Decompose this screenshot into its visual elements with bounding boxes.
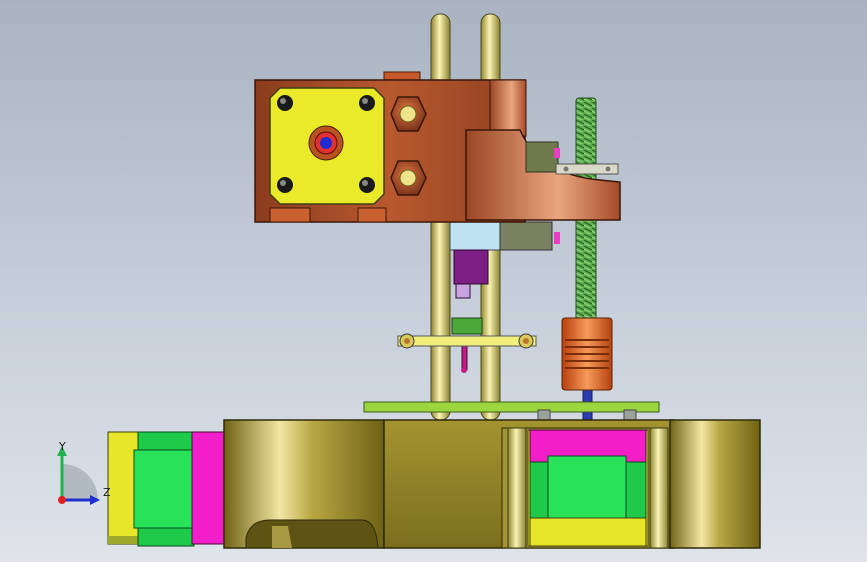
side-motor (107, 431, 227, 547)
orientation-triad (57, 446, 100, 505)
cad-model-scene[interactable] (0, 0, 867, 562)
shaft-coupling (561, 317, 613, 391)
lime-platform (363, 401, 660, 421)
axis-y-label: Y (59, 440, 66, 453)
cad-viewport[interactable]: Y Z (0, 0, 867, 562)
axis-z-label: Z (103, 486, 111, 499)
rod-crossbar (397, 333, 537, 349)
inner-carriage (449, 219, 553, 373)
motor-plate (269, 87, 385, 205)
base-block (223, 419, 761, 549)
